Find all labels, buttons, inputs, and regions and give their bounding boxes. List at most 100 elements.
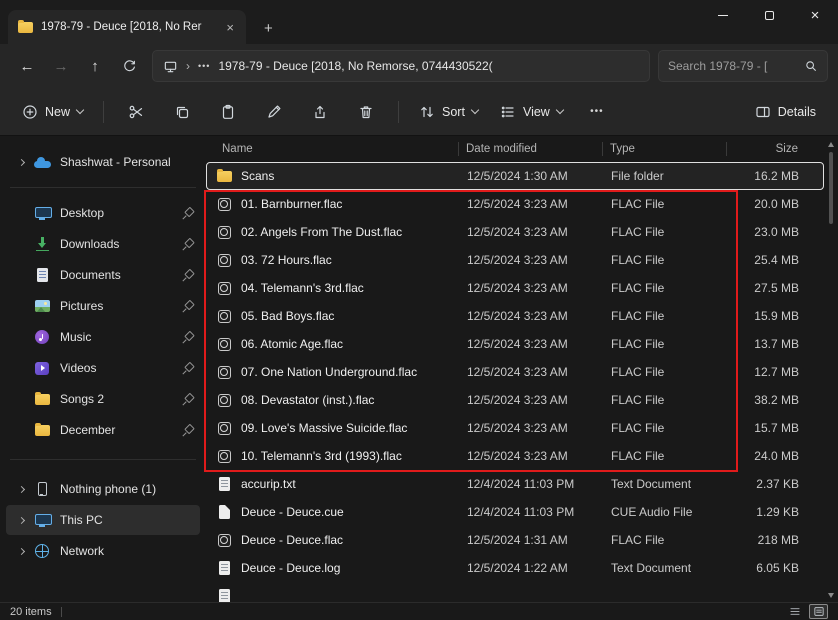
view-button[interactable]: View — [490, 97, 573, 127]
item-count: 20 items — [10, 606, 52, 618]
file-icon — [219, 477, 230, 491]
new-tab-button[interactable]: + — [256, 21, 281, 36]
details-button[interactable]: Details — [745, 97, 826, 127]
sidebar-item-pictures[interactable]: Pictures — [6, 291, 200, 321]
maximize-button[interactable] — [746, 0, 792, 31]
file-type: FLAC File — [603, 281, 727, 295]
file-row[interactable]: Deuce - Deuce.log 12/5/2024 1:22 AM Text… — [206, 554, 824, 582]
file-name: 10. Telemann's 3rd (1993).flac — [241, 449, 402, 463]
close-button[interactable]: × — [792, 0, 838, 31]
sidebar-item-icon — [36, 237, 49, 251]
chevron-down-icon — [556, 106, 564, 114]
sidebar-item-network[interactable]: Network — [6, 536, 200, 566]
file-icon — [217, 171, 232, 182]
sidebar-item-documents[interactable]: Documents — [6, 260, 200, 290]
file-row[interactable]: 08. Devastator (inst.).flac 12/5/2024 3:… — [206, 386, 824, 414]
file-size: 38.2 MB — [727, 393, 813, 407]
file-row[interactable]: Deuce - Deuce.flac 12/5/2024 1:31 AM FLA… — [206, 526, 824, 554]
search-icon[interactable] — [804, 59, 818, 73]
chevron-icon[interactable] — [17, 547, 24, 554]
sidebar-item-icon — [35, 544, 49, 558]
chevron-icon[interactable] — [17, 158, 24, 165]
file-row[interactable]: 06. Atomic Age.flac 12/5/2024 3:23 AM FL… — [206, 330, 824, 358]
file-name: 09. Love's Massive Suicide.flac — [241, 421, 407, 435]
column-header-type[interactable]: Type — [602, 141, 726, 157]
file-size: 1.29 KB — [727, 505, 813, 519]
file-name: 04. Telemann's 3rd.flac — [241, 281, 364, 295]
file-row[interactable]: 03. 72 Hours.flac 12/5/2024 3:23 AM FLAC… — [206, 246, 824, 274]
file-date: 12/5/2024 3:23 AM — [459, 393, 603, 407]
file-date: 12/5/2024 1:22 AM — [459, 561, 603, 575]
file-row[interactable]: 05. Bad Boys.flac 12/5/2024 3:23 AM FLAC… — [206, 302, 824, 330]
paste-button[interactable] — [206, 95, 250, 129]
copy-button[interactable] — [160, 95, 204, 129]
delete-button[interactable] — [344, 95, 388, 129]
chevron-icon[interactable] — [17, 516, 24, 523]
sidebar-item-songs-2[interactable]: Songs 2 — [6, 384, 200, 414]
file-icon — [218, 282, 231, 295]
sidebar-item-label: Desktop — [60, 206, 183, 220]
file-type: FLAC File — [603, 253, 727, 267]
new-button[interactable]: New — [12, 97, 93, 127]
column-header-date-modified[interactable]: Date modified — [458, 141, 602, 157]
search-input[interactable]: Search 1978-79 - [ — [658, 50, 828, 82]
file-row[interactable]: 01. Barnburner.flac 12/5/2024 3:23 AM FL… — [206, 190, 824, 218]
chevron-down-icon — [471, 106, 479, 114]
chevron-icon[interactable] — [17, 485, 24, 492]
tab-close-icon[interactable]: × — [222, 21, 238, 34]
file-size: 15.7 MB — [727, 421, 813, 435]
up-button[interactable]: ↑ — [78, 50, 112, 82]
back-button[interactable]: ← — [10, 50, 44, 82]
sort-button[interactable]: Sort — [409, 97, 488, 127]
sidebar-item-label: Songs 2 — [60, 392, 183, 406]
sidebar-item-videos[interactable]: Videos — [6, 353, 200, 383]
sidebar-item-music[interactable]: Music — [6, 322, 200, 352]
column-header-size[interactable]: Size — [726, 141, 812, 157]
file-row[interactable] — [206, 582, 824, 602]
status-divider — [61, 607, 62, 617]
file-row[interactable]: Deuce - Deuce.cue 12/4/2024 11:03 PM CUE… — [206, 498, 824, 526]
column-header-name[interactable]: Name — [206, 141, 458, 157]
explorer-tab[interactable]: 1978-79 - Deuce [2018, No Rer × — [8, 10, 246, 44]
share-button[interactable] — [298, 95, 342, 129]
file-row[interactable]: 04. Telemann's 3rd.flac 12/5/2024 3:23 A… — [206, 274, 824, 302]
maximize-icon — [765, 11, 774, 20]
sidebar-item-label: Downloads — [60, 237, 183, 251]
sidebar-item-desktop[interactable]: Desktop — [6, 198, 200, 228]
rename-button[interactable] — [252, 95, 296, 129]
tab-title: 1978-79 - Deuce [2018, No Rer — [41, 21, 214, 33]
file-name: Deuce - Deuce.log — [241, 561, 340, 575]
file-row[interactable]: Scans 12/5/2024 1:30 AM File folder 16.2… — [206, 162, 824, 190]
list-view-toggle[interactable] — [785, 604, 804, 619]
scroll-down-icon[interactable] — [828, 593, 834, 598]
clipboard-icon — [220, 104, 236, 120]
file-row[interactable]: 02. Angels From The Dust.flac 12/5/2024 … — [206, 218, 824, 246]
sidebar-item-december[interactable]: December — [6, 415, 200, 445]
details-view-toggle[interactable] — [809, 604, 828, 619]
file-row[interactable]: 09. Love's Massive Suicide.flac 12/5/202… — [206, 414, 824, 442]
sidebar-item-label: Network — [60, 544, 194, 558]
cut-button[interactable] — [114, 95, 158, 129]
file-row[interactable]: 10. Telemann's 3rd (1993).flac 12/5/2024… — [206, 442, 824, 470]
minimize-button[interactable] — [700, 0, 746, 31]
sidebar-item-onedrive[interactable]: Shashwat - Personal — [6, 147, 200, 177]
scroll-up-icon[interactable] — [828, 142, 834, 147]
sidebar-item-this-pc[interactable]: This PC — [6, 505, 200, 535]
pin-icon — [183, 301, 194, 312]
file-size: 20.0 MB — [727, 197, 813, 211]
breadcrumb-chevron-icon: › — [186, 59, 190, 73]
refresh-button[interactable] — [112, 50, 146, 82]
sidebar-item-icon — [35, 394, 50, 405]
sidebar-item-downloads[interactable]: Downloads — [6, 229, 200, 259]
scrollbar-thumb[interactable] — [829, 152, 833, 224]
status-bar: 20 items — [0, 602, 838, 620]
forward-button[interactable]: → — [44, 50, 78, 82]
sidebar-item-label: Pictures — [60, 299, 183, 313]
address-bar[interactable]: › ••• 1978-79 - Deuce [2018, No Remorse,… — [152, 50, 650, 82]
file-date: 12/5/2024 3:23 AM — [459, 421, 603, 435]
sidebar-item-nothing-phone-1[interactable]: Nothing phone (1) — [6, 474, 200, 504]
breadcrumb-ellipsis[interactable]: ••• — [198, 61, 210, 71]
file-row[interactable]: 07. One Nation Underground.flac 12/5/202… — [206, 358, 824, 386]
file-row[interactable]: accurip.txt 12/4/2024 11:03 PM Text Docu… — [206, 470, 824, 498]
more-options-button[interactable]: ••• — [575, 95, 619, 129]
